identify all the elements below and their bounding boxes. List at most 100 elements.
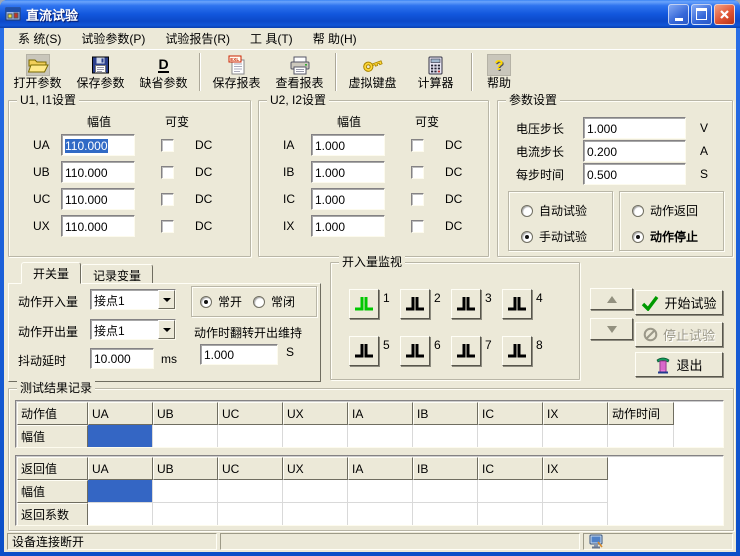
uc-amplitude-input[interactable]: 110.000 — [61, 188, 135, 210]
uc-dc-checkbox[interactable] — [161, 193, 174, 206]
table-cell[interactable] — [413, 503, 478, 526]
table-cell[interactable] — [478, 503, 543, 526]
voltage-step-input[interactable]: 1.000 — [583, 117, 686, 139]
group-title: 测试结果记录 — [17, 381, 95, 395]
tab-switch-values[interactable]: 开关量 — [21, 262, 81, 284]
stop-test-button[interactable]: 停止试验 — [635, 322, 723, 347]
printer-icon — [288, 54, 312, 76]
menu-test-report[interactable]: 试验报告(R) — [155, 28, 240, 50]
chevron-down-icon[interactable] — [158, 290, 175, 309]
save-params-button[interactable]: 保存参数 — [69, 52, 132, 92]
calculator-button[interactable]: 计算器 — [404, 52, 467, 92]
table-cell[interactable] — [218, 480, 283, 503]
selected-cell[interactable] — [88, 425, 153, 448]
contact-6: 6 — [400, 336, 441, 366]
ib-amplitude-input[interactable]: 1.000 — [311, 161, 385, 183]
table-cell[interactable] — [543, 503, 608, 526]
ub-dc-checkbox[interactable] — [161, 166, 174, 179]
normally-open-radio[interactable]: 常开 — [200, 293, 242, 310]
toolbar: 打开参数 保存参数 D 缺省参数 EXL 保存报表 — [4, 49, 736, 94]
help-button[interactable]: ? 帮助 — [477, 52, 521, 92]
ia-amplitude-input[interactable]: 1.000 — [311, 134, 385, 156]
ia-dc-checkbox[interactable] — [411, 139, 424, 152]
selected-cell[interactable] — [88, 480, 153, 503]
contact-1-button[interactable] — [349, 289, 379, 319]
table-cell[interactable] — [543, 425, 608, 448]
save-report-button[interactable]: EXL 保存报表 — [205, 52, 268, 92]
table-cell[interactable] — [348, 503, 413, 526]
action-stop-radio[interactable]: 动作停止 — [632, 228, 723, 245]
table-cell[interactable] — [348, 425, 413, 448]
table-cell[interactable] — [153, 503, 218, 526]
menu-system[interactable]: 系 统(S) — [8, 28, 71, 50]
table-cell[interactable] — [608, 425, 674, 448]
device-status-panel: 设备连接断开 — [7, 533, 217, 550]
default-params-button[interactable]: D 缺省参数 — [132, 52, 195, 92]
contact-7-button[interactable] — [451, 336, 481, 366]
table-cell[interactable] — [283, 503, 348, 526]
contact-number: 5 — [383, 338, 390, 352]
scroll-up-button[interactable] — [590, 288, 633, 310]
column-header: UB — [153, 402, 218, 425]
table-cell[interactable] — [348, 480, 413, 503]
minimize-button[interactable] — [668, 4, 689, 25]
contact-2-button[interactable] — [400, 289, 430, 319]
maximize-button[interactable] — [691, 4, 712, 25]
channel-label: IC — [283, 192, 311, 206]
ix-dc-checkbox[interactable] — [411, 220, 424, 233]
tab-record-variables[interactable]: 记录变量 — [81, 264, 153, 284]
ic-amplitude-input[interactable]: 1.000 — [311, 188, 385, 210]
ux-amplitude-input[interactable]: 110.000 — [61, 215, 135, 237]
current-step-input[interactable]: 0.200 — [583, 140, 686, 162]
group-title: 参数设置 — [506, 93, 560, 107]
contact-8-button[interactable] — [502, 336, 532, 366]
contact-5-button[interactable] — [349, 336, 379, 366]
chevron-down-icon[interactable] — [158, 320, 175, 339]
table-header-row: 返回值 UA UB UC UX IA IB IC IX — [17, 457, 608, 480]
flip-hold-input[interactable]: 1.000 — [200, 344, 278, 365]
action-return-radio[interactable]: 动作返回 — [632, 202, 723, 219]
ic-dc-checkbox[interactable] — [411, 193, 424, 206]
menu-tools[interactable]: 工 具(T) — [240, 28, 303, 50]
scroll-down-button[interactable] — [590, 318, 633, 340]
column-header: UC — [218, 402, 283, 425]
start-test-button[interactable]: 开始试验 — [635, 290, 723, 315]
exit-button[interactable]: 退出 — [635, 352, 723, 377]
open-params-button[interactable]: 打开参数 — [6, 52, 69, 92]
virtual-keyboard-button[interactable]: 虚拟键盘 — [341, 52, 404, 92]
ib-dc-checkbox[interactable] — [411, 166, 424, 179]
action-input-combobox[interactable]: 接点1 — [90, 289, 176, 310]
menu-test-params[interactable]: 试验参数(P) — [71, 28, 155, 50]
normally-closed-radio[interactable]: 常闭 — [253, 293, 295, 310]
view-report-button[interactable]: 查看报表 — [268, 52, 331, 92]
contact-6-button[interactable] — [400, 336, 430, 366]
client-area: 系 统(S) 试验参数(P) 试验报告(R) 工 具(T) 帮 助(H) 打开参… — [4, 28, 736, 552]
ix-amplitude-input[interactable]: 1.000 — [311, 215, 385, 237]
ub-amplitude-input[interactable]: 110.000 — [61, 161, 135, 183]
table-cell[interactable] — [88, 503, 153, 526]
table-cell[interactable] — [283, 425, 348, 448]
ux-dc-checkbox[interactable] — [161, 220, 174, 233]
ua-dc-checkbox[interactable] — [161, 139, 174, 152]
table-cell[interactable] — [478, 425, 543, 448]
table-cell[interactable] — [413, 425, 478, 448]
table-cell[interactable] — [153, 425, 218, 448]
auto-test-radio[interactable]: 自动试验 — [521, 202, 612, 219]
table-cell[interactable] — [283, 480, 348, 503]
table-cell[interactable] — [413, 480, 478, 503]
menu-help[interactable]: 帮 助(H) — [303, 28, 367, 50]
contact-4-button[interactable] — [502, 289, 532, 319]
row-label: 返回系数 — [17, 503, 88, 526]
debounce-input[interactable]: 10.000 — [90, 348, 154, 369]
step-time-input[interactable]: 0.500 — [583, 163, 686, 185]
table-cell[interactable] — [218, 503, 283, 526]
ua-amplitude-input[interactable]: 110.000 — [61, 134, 135, 156]
close-button[interactable] — [714, 4, 735, 25]
table-cell[interactable] — [153, 480, 218, 503]
table-cell[interactable] — [218, 425, 283, 448]
action-output-combobox[interactable]: 接点1 — [90, 319, 176, 340]
table-cell[interactable] — [543, 480, 608, 503]
manual-test-radio[interactable]: 手动试验 — [521, 228, 612, 245]
contact-3-button[interactable] — [451, 289, 481, 319]
table-cell[interactable] — [478, 480, 543, 503]
